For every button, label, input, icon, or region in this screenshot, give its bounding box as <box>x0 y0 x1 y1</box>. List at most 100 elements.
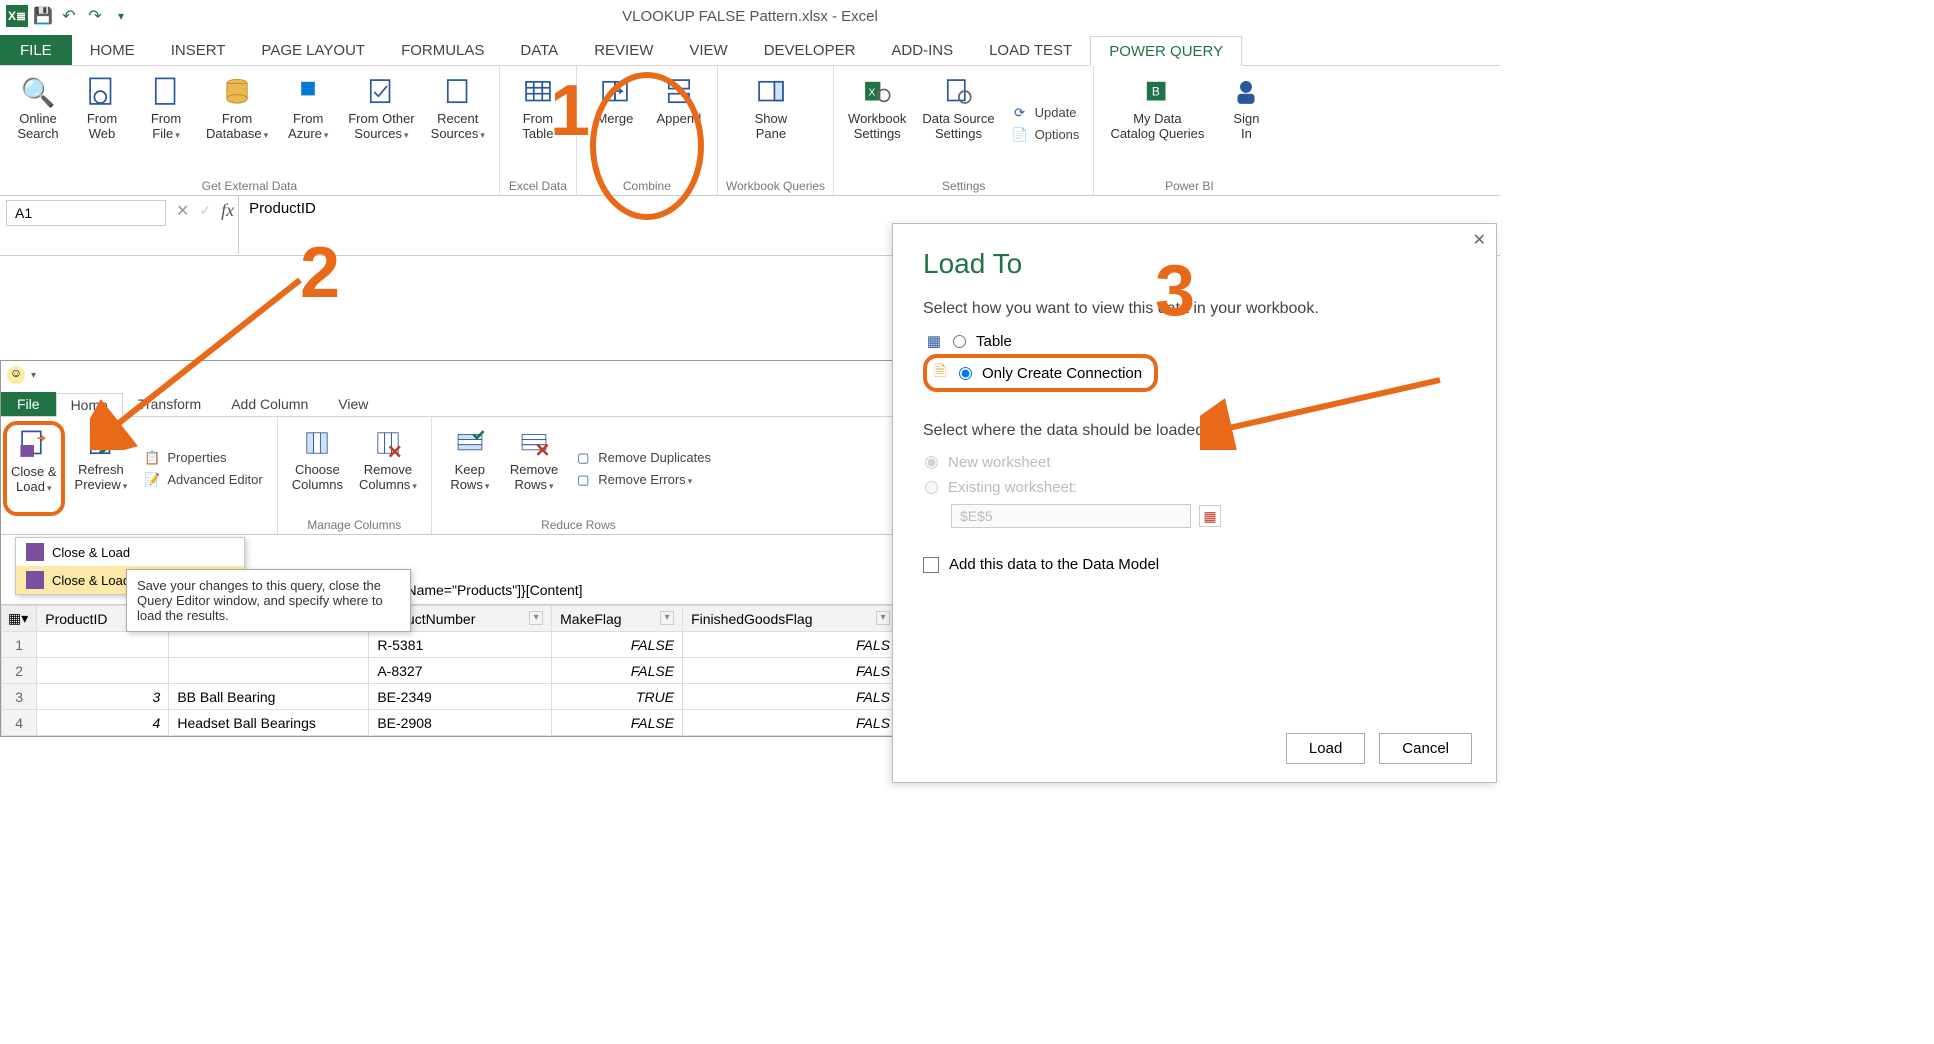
connection-icon: 🗎 <box>931 364 949 382</box>
accept-formula-icon[interactable]: ✓ <box>199 202 211 219</box>
tab-addins[interactable]: ADD-INS <box>873 35 971 65</box>
update-button[interactable]: ⟳Update <box>1011 104 1080 122</box>
close-load-icon <box>16 427 52 463</box>
table-row[interactable]: 2A-8327FALSEFALS <box>2 658 899 684</box>
table-row[interactable]: 44Headset Ball BearingsBE-2908FALSEFALS <box>2 710 899 736</box>
data-source-settings-button[interactable]: Data Source Settings <box>916 70 1000 177</box>
load-to-subtitle-1: Select how you want to view this data in… <box>923 300 1466 318</box>
data-source-settings-icon <box>940 74 976 110</box>
tab-developer[interactable]: DEVELOPER <box>746 35 874 65</box>
tab-insert[interactable]: INSERT <box>153 35 244 65</box>
my-data-catalog-button[interactable]: BMy Data Catalog Queries <box>1102 70 1212 177</box>
merge-icon <box>597 74 633 110</box>
append-button[interactable]: Append <box>649 70 709 177</box>
table-small-icon: ▦ <box>925 332 943 350</box>
group-label-excel-data: Excel Data <box>508 177 568 193</box>
tab-home[interactable]: HOME <box>72 35 153 65</box>
name-box[interactable]: A1 <box>6 200 166 226</box>
tooltip: Save your changes to this query, close t… <box>126 569 411 632</box>
tab-review[interactable]: REVIEW <box>576 35 671 65</box>
group-label-manage-columns: Manage Columns <box>286 516 423 532</box>
close-icon[interactable]: ✕ <box>1473 230 1486 250</box>
recent-sources-button[interactable]: Recent Sources <box>425 70 491 177</box>
undo-icon[interactable]: ↶ <box>58 5 80 27</box>
from-other-sources-button[interactable]: From Other Sources <box>342 70 420 177</box>
remove-duplicates-button[interactable]: ▢Remove Duplicates <box>574 449 711 467</box>
close-and-load-button[interactable]: Close & Load <box>3 421 65 516</box>
remove-rows-button[interactable]: Remove Rows <box>504 421 564 516</box>
table-row[interactable]: 1R-5381FALSEFALS <box>2 632 899 658</box>
tab-view[interactable]: VIEW <box>671 35 745 65</box>
remove-columns-icon <box>370 425 406 461</box>
tab-file[interactable]: FILE <box>0 35 72 65</box>
radio-connection[interactable] <box>959 367 972 380</box>
radio-table[interactable] <box>953 335 966 348</box>
from-database-button[interactable]: From Database <box>200 70 274 177</box>
web-icon <box>84 74 120 110</box>
sign-in-button[interactable]: Sign In <box>1216 70 1276 177</box>
redo-icon[interactable]: ↷ <box>84 5 106 27</box>
refresh-preview-button[interactable]: Refresh Preview <box>69 421 134 516</box>
remove-columns-button[interactable]: Remove Columns <box>353 421 423 516</box>
tab-data[interactable]: DATA <box>502 35 576 65</box>
pq-tab-file[interactable]: File <box>1 392 56 416</box>
tab-load-test[interactable]: LOAD TEST <box>971 35 1090 65</box>
keep-rows-icon <box>452 425 488 461</box>
pq-tab-view[interactable]: View <box>323 392 383 416</box>
pane-icon <box>753 74 789 110</box>
table-row[interactable]: 33BB Ball BearingBE-2349TRUEFALS <box>2 684 899 710</box>
azure-icon <box>290 74 326 110</box>
keep-rows-button[interactable]: Keep Rows <box>440 421 500 516</box>
pq-tab-add-column[interactable]: Add Column <box>216 392 323 416</box>
table-corner[interactable]: ▦▾ <box>2 606 37 632</box>
fx-icon[interactable]: fx <box>221 200 234 221</box>
from-azure-button[interactable]: From Azure <box>278 70 338 177</box>
options-button[interactable]: 📄Options <box>1011 126 1080 144</box>
properties-button[interactable]: 📋Properties <box>143 449 262 467</box>
add-to-data-model-checkbox[interactable]: Add this data to the Data Model <box>923 556 1466 573</box>
remove-duplicates-icon: ▢ <box>574 449 592 467</box>
col-header-finishedgoodsflag[interactable]: FinishedGoodsFlag▾ <box>683 606 899 632</box>
load-button[interactable]: Load <box>1286 733 1365 764</box>
cancel-button[interactable]: Cancel <box>1379 733 1472 764</box>
merge-button[interactable]: Merge <box>585 70 645 177</box>
tab-formulas[interactable]: FORMULAS <box>383 35 502 65</box>
file-icon <box>148 74 184 110</box>
option-table[interactable]: ▦ Table <box>923 328 1466 354</box>
close-load-small-icon <box>26 543 44 561</box>
load-to-pane: ✕ Load To Select how you want to view th… <box>892 223 1497 783</box>
pq-tab-transform[interactable]: Transform <box>123 392 216 416</box>
advanced-editor-button[interactable]: 📝Advanced Editor <box>143 471 262 489</box>
close-load-item[interactable]: Close & Load <box>16 538 244 566</box>
window-title: VLOOKUP FALSE Pattern.xlsx - Excel <box>0 8 1500 25</box>
quick-access-toolbar: X≣ 💾 ↶ ↷ ▾ <box>6 5 132 27</box>
qat-customize-icon[interactable]: ▾ <box>110 5 132 27</box>
from-file-button[interactable]: From File <box>136 70 196 177</box>
from-web-button[interactable]: From Web <box>72 70 132 177</box>
col-header-makeflag[interactable]: MakeFlag▾ <box>552 606 683 632</box>
tab-power-query[interactable]: POWER QUERY <box>1090 36 1242 66</box>
cancel-formula-icon[interactable]: ✕ <box>176 201 189 221</box>
tab-page-layout[interactable]: PAGE LAYOUT <box>243 35 383 65</box>
power-query-editor: ☺ ▾ File Home Transform Add Column View … <box>0 360 900 737</box>
checkbox-icon[interactable] <box>923 557 939 573</box>
group-label-combine: Combine <box>585 177 709 193</box>
show-pane-button[interactable]: Show Pane <box>726 70 816 177</box>
workbook-settings-button[interactable]: XWorkbook Settings <box>842 70 912 177</box>
option-new-worksheet: New worksheet <box>923 450 1466 475</box>
remove-errors-button[interactable]: ▢Remove Errors <box>574 471 711 489</box>
options-icon: 📄 <box>1011 126 1029 144</box>
other-sources-icon <box>363 74 399 110</box>
database-icon <box>219 74 255 110</box>
save-icon[interactable]: 💾 <box>32 5 54 27</box>
option-only-create-connection[interactable]: 🗎 Only Create Connection <box>929 360 1144 386</box>
group-label-power-bi: Power BI <box>1102 177 1276 193</box>
from-table-button[interactable]: From Table <box>508 70 568 177</box>
close-load-to-small-icon <box>26 571 44 589</box>
option-existing-worksheet: Existing worksheet: <box>923 475 1466 500</box>
remove-errors-icon: ▢ <box>574 471 592 489</box>
online-search-button[interactable]: 🔍Online Search <box>8 70 68 177</box>
advanced-editor-icon: 📝 <box>143 471 161 489</box>
pq-tab-home[interactable]: Home <box>56 393 123 417</box>
choose-columns-button[interactable]: Choose Columns <box>286 421 349 516</box>
